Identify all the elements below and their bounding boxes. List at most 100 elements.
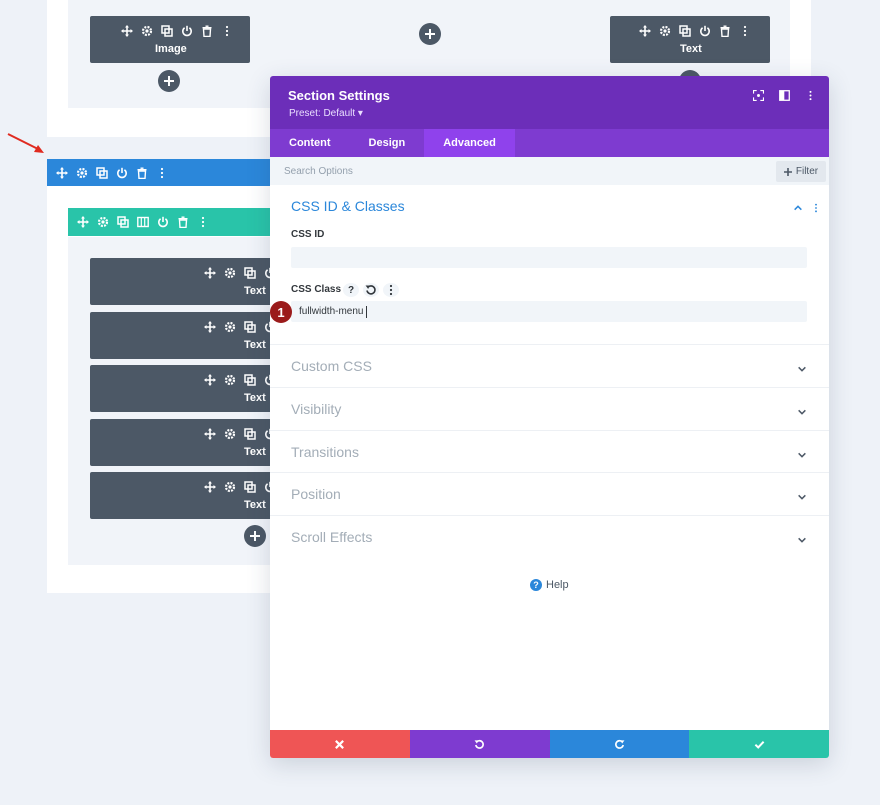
undo-button[interactable]	[409, 730, 550, 758]
move-icon[interactable]	[55, 166, 69, 180]
gear-icon[interactable]	[96, 215, 110, 229]
module-toolbar	[203, 373, 277, 387]
text-module[interactable]: Text	[90, 312, 290, 359]
add-column-module-button[interactable]	[419, 23, 441, 45]
trash-icon[interactable]	[200, 24, 214, 38]
gear-icon[interactable]	[223, 266, 237, 280]
image-module[interactable]: Image	[90, 16, 250, 63]
gear-icon[interactable]	[658, 24, 672, 38]
filter-label: Filter	[795, 166, 819, 177]
gear-icon[interactable]	[140, 24, 154, 38]
move-icon[interactable]	[203, 320, 217, 334]
toggle-custom-css[interactable]: Custom CSS	[270, 344, 829, 387]
toggle-transitions[interactable]: Transitions	[270, 430, 829, 473]
tab-design[interactable]: Design	[350, 129, 425, 157]
module-label: Text	[680, 43, 702, 55]
duplicate-icon[interactable]	[95, 166, 109, 180]
add-module-button[interactable]	[244, 525, 266, 547]
power-icon[interactable]	[180, 24, 194, 38]
save-button[interactable]	[689, 730, 829, 758]
more-icon[interactable]	[811, 201, 821, 215]
trash-icon[interactable]	[718, 24, 732, 38]
module-toolbar	[203, 266, 277, 280]
modal-footer	[270, 730, 829, 758]
duplicate-icon[interactable]	[243, 373, 257, 387]
reset-icon[interactable]	[363, 283, 379, 297]
tab-advanced[interactable]: Advanced	[424, 129, 515, 157]
chevron-down-icon	[797, 447, 807, 465]
help-icon[interactable]: ?	[343, 283, 359, 297]
move-icon[interactable]	[638, 24, 652, 38]
columns-icon[interactable]	[136, 215, 150, 229]
group-controls	[793, 201, 821, 215]
gear-icon[interactable]	[75, 166, 89, 180]
text-module[interactable]: Text	[90, 419, 290, 466]
text-module[interactable]: Text	[90, 365, 290, 412]
more-icon[interactable]	[738, 24, 752, 38]
more-icon[interactable]	[803, 88, 817, 102]
close-icon	[335, 739, 345, 749]
chevron-down-icon	[797, 532, 807, 550]
gear-icon[interactable]	[223, 480, 237, 494]
duplicate-icon[interactable]	[678, 24, 692, 38]
move-icon[interactable]	[203, 480, 217, 494]
filter-button[interactable]: Filter	[776, 161, 826, 182]
more-icon[interactable]	[196, 215, 210, 229]
css-class-field[interactable]	[291, 301, 807, 322]
chevron-down-icon	[797, 404, 807, 422]
power-icon[interactable]	[156, 215, 170, 229]
text-module[interactable]: Text	[90, 472, 290, 519]
preset-selector[interactable]: Preset: Default ▾	[289, 108, 363, 119]
move-icon[interactable]	[203, 373, 217, 387]
plus-icon	[783, 167, 792, 176]
redo-button[interactable]	[549, 730, 690, 758]
trash-icon[interactable]	[176, 215, 190, 229]
more-icon[interactable]	[155, 166, 169, 180]
more-icon[interactable]	[220, 24, 234, 38]
duplicate-icon[interactable]	[243, 480, 257, 494]
duplicate-icon[interactable]	[160, 24, 174, 38]
module-toolbar	[120, 24, 234, 38]
plus-icon	[250, 531, 260, 541]
split-view-icon[interactable]	[777, 88, 791, 102]
module-label: Text	[244, 285, 266, 297]
chevron-down-icon	[797, 361, 807, 379]
group-title[interactable]: CSS ID & Classes	[291, 198, 405, 214]
duplicate-icon[interactable]	[243, 320, 257, 334]
duplicate-icon[interactable]	[116, 215, 130, 229]
modal-header-actions	[751, 88, 817, 102]
help-link[interactable]: ? Help	[530, 579, 569, 591]
power-icon[interactable]	[115, 166, 129, 180]
fullscreen-icon[interactable]	[751, 88, 765, 102]
tab-content[interactable]: Content	[270, 129, 350, 157]
modal-header[interactable]: Section Settings Preset: Default ▾	[270, 76, 829, 129]
text-module[interactable]: Text	[90, 258, 290, 305]
add-module-button[interactable]	[158, 70, 180, 92]
move-icon[interactable]	[76, 215, 90, 229]
text-module-top[interactable]: Text	[610, 16, 770, 63]
duplicate-icon[interactable]	[243, 427, 257, 441]
gear-icon[interactable]	[223, 373, 237, 387]
question-icon: ?	[530, 579, 542, 591]
move-icon[interactable]	[203, 266, 217, 280]
cancel-button[interactable]	[270, 730, 410, 758]
section-toolbar	[47, 159, 271, 186]
more-icon[interactable]	[383, 283, 399, 297]
row-toolbar	[68, 208, 271, 236]
chevron-down-icon	[797, 489, 807, 507]
gear-icon[interactable]	[223, 320, 237, 334]
move-icon[interactable]	[120, 24, 134, 38]
power-icon[interactable]	[698, 24, 712, 38]
duplicate-icon[interactable]	[243, 266, 257, 280]
move-icon[interactable]	[203, 427, 217, 441]
search-input[interactable]	[284, 161, 754, 181]
trash-icon[interactable]	[135, 166, 149, 180]
css-id-field[interactable]	[291, 247, 807, 268]
toggle-scroll-effects[interactable]: Scroll Effects	[270, 515, 829, 558]
step-badge: 1	[270, 301, 292, 323]
toggle-position[interactable]: Position	[270, 472, 829, 515]
gear-icon[interactable]	[223, 427, 237, 441]
module-label: Image	[155, 43, 187, 55]
toggle-visibility[interactable]: Visibility	[270, 387, 829, 430]
chevron-up-icon[interactable]	[793, 201, 803, 215]
